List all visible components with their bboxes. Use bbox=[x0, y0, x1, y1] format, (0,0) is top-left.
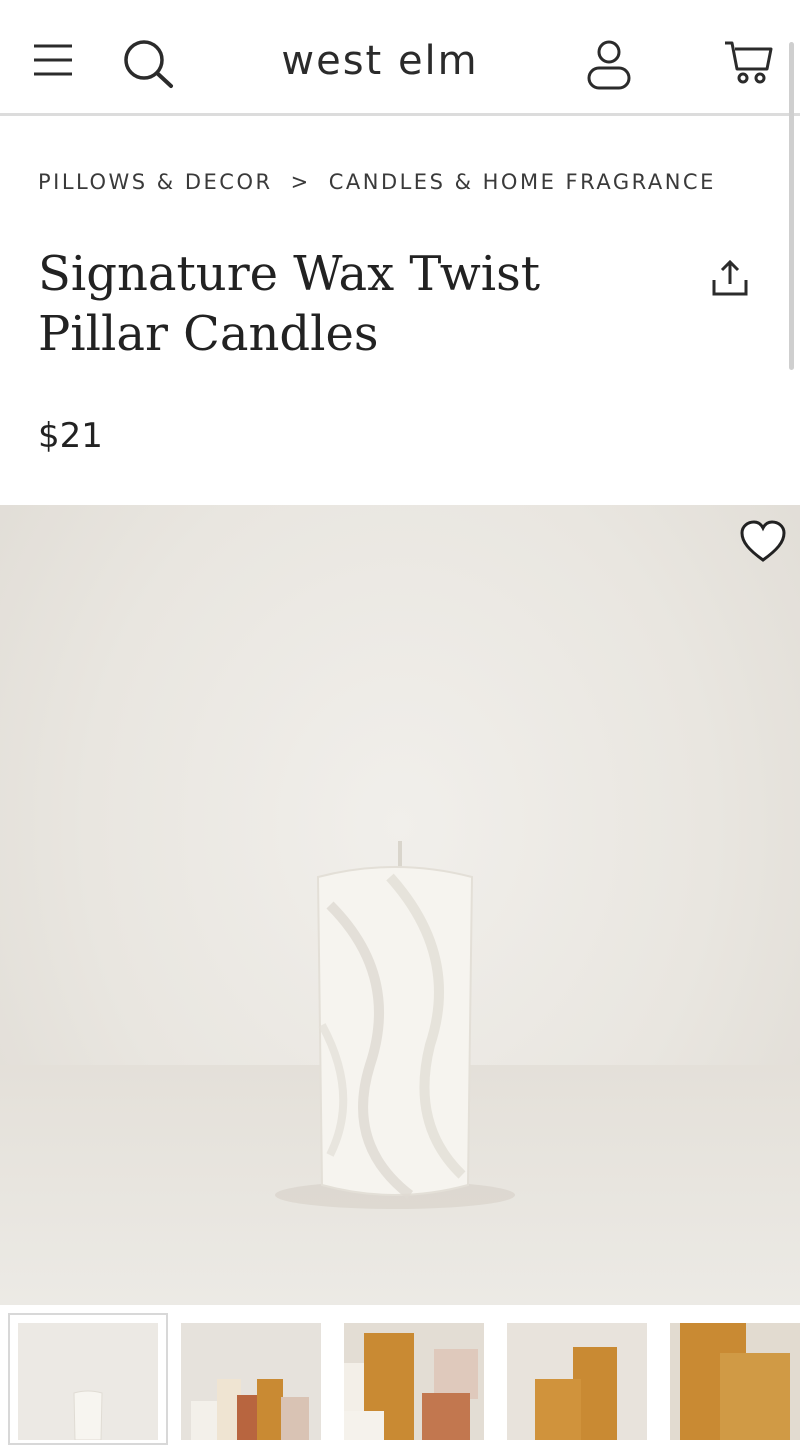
share-icon[interactable] bbox=[708, 258, 752, 298]
breadcrumb-item-candles-home-fragrance[interactable]: CANDLES & HOME FRAGRANCE bbox=[329, 170, 716, 194]
top-navigation-bar: west elm bbox=[0, 0, 800, 116]
breadcrumb: PILLOWS & DECOR > CANDLES & HOME FRAGRAN… bbox=[38, 170, 716, 194]
product-main-image[interactable] bbox=[0, 505, 800, 1305]
thumbnail-1[interactable] bbox=[18, 1323, 158, 1440]
cart-icon[interactable] bbox=[722, 38, 774, 86]
brand-logo[interactable]: west elm bbox=[0, 38, 760, 84]
account-icon[interactable] bbox=[584, 38, 634, 92]
favorite-heart-icon[interactable] bbox=[738, 519, 788, 565]
product-price: $21 bbox=[38, 416, 103, 456]
thumbnail-2[interactable] bbox=[181, 1323, 321, 1440]
thumbnail-strip bbox=[0, 1305, 800, 1445]
thumbnail-3[interactable] bbox=[344, 1323, 484, 1440]
product-title: Signature Wax Twist Pillar Candles bbox=[38, 246, 541, 362]
thumbnail-4[interactable] bbox=[507, 1323, 647, 1440]
breadcrumb-separator: > bbox=[290, 170, 311, 194]
scrollbar[interactable] bbox=[789, 42, 794, 370]
breadcrumb-item-pillows-decor[interactable]: PILLOWS & DECOR bbox=[38, 170, 273, 194]
thumbnail-5[interactable] bbox=[670, 1323, 800, 1440]
twist-pillar-candle-image bbox=[275, 841, 515, 1209]
